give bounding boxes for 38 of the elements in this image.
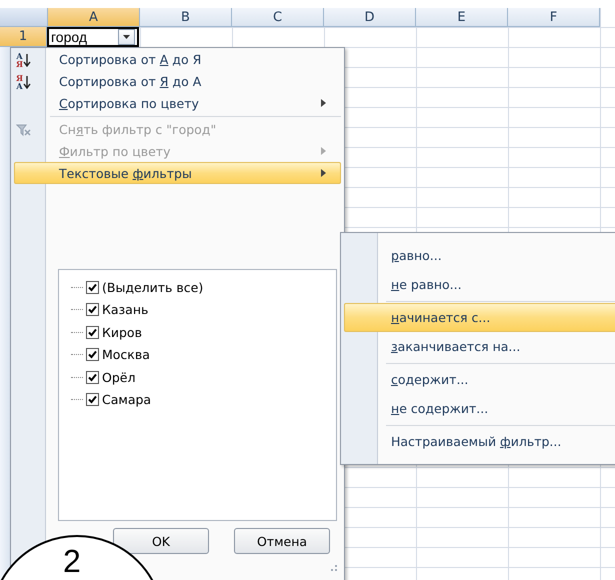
cell-text: город: [51, 29, 88, 45]
menu-item[interactable]: содержит...: [344, 365, 615, 394]
checkbox[interactable]: [86, 370, 99, 384]
menu-item[interactable]: равно...: [344, 241, 615, 270]
column-header[interactable]: D: [324, 8, 416, 27]
menu-item[interactable]: не равно...: [344, 270, 615, 299]
menu-item[interactable]: А Я Сортировка от А до Я: [14, 48, 341, 70]
annotation-number: 2: [63, 545, 81, 577]
column-header[interactable]: C: [232, 8, 324, 27]
cancel-button[interactable]: Отмена: [234, 528, 330, 554]
menu-item[interactable]: Текстовые фильтры: [14, 162, 341, 184]
menu-item[interactable]: Я А Сортировка от Я до А: [14, 70, 341, 92]
checkbox[interactable]: [86, 348, 99, 362]
ok-button[interactable]: OK: [113, 528, 209, 554]
checkbox[interactable]: [86, 280, 99, 294]
menu-item[interactable]: Сортировка по цвету: [14, 92, 341, 114]
checkbox[interactable]: [86, 303, 99, 316]
checkbox-label: Киров: [102, 324, 142, 340]
checkbox[interactable]: [86, 326, 99, 339]
checkbox[interactable]: [86, 393, 99, 406]
caret-icon: [123, 35, 130, 39]
checkbox-label: Москва: [102, 347, 150, 362]
column-header[interactable]: F: [508, 8, 600, 27]
menu-item[interactable]: начинается с...: [344, 303, 615, 332]
row-header[interactable]: 1: [0, 27, 47, 47]
menu-item[interactable]: Настраиваемый фильтр...: [344, 427, 615, 456]
column-header[interactable]: B: [140, 8, 232, 27]
checkbox-label: Казань: [102, 302, 148, 318]
checkbox-label: (Выделить все): [102, 280, 204, 295]
column-header[interactable]: A: [48, 8, 140, 27]
checkbox-label: Орёл: [102, 370, 136, 385]
column-header[interactable]: E: [416, 8, 508, 27]
table-cell[interactable]: город: [47, 27, 139, 47]
menu-item[interactable]: не содержит...: [344, 394, 615, 423]
menu-item[interactable]: заканчивается на...: [344, 332, 615, 361]
filter-dropdown-button[interactable]: [118, 29, 135, 45]
checkbox-label: Самара: [102, 392, 152, 408]
resize-grip-icon[interactable]: [330, 564, 338, 572]
